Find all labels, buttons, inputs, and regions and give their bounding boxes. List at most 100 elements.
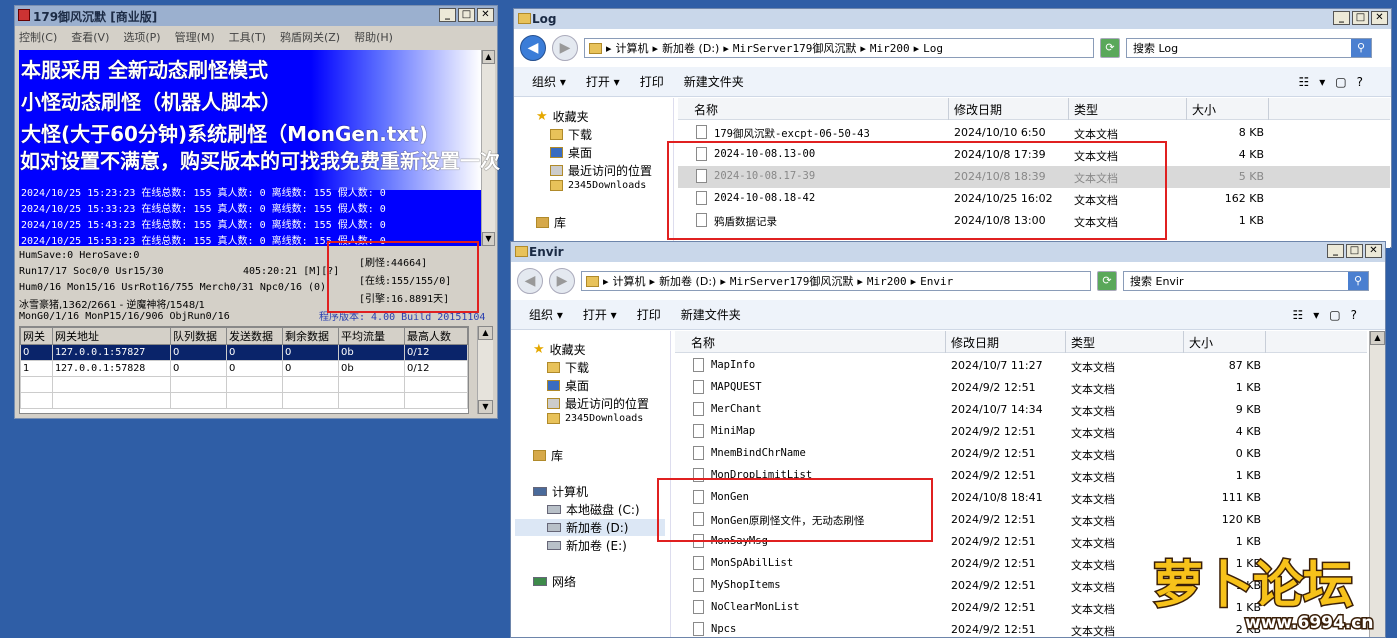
log-titlebar[interactable]: Log _ □ ✕	[514, 9, 1391, 29]
new-folder-button[interactable]: 新建文件夹	[684, 73, 744, 90]
col-size[interactable]: 大小	[1192, 101, 1216, 118]
scroll-up-icon[interactable]: ▲	[1370, 331, 1385, 345]
nav-downloads[interactable]: 下载	[550, 126, 592, 143]
print-button[interactable]: 打印	[640, 73, 664, 90]
envir-search-input[interactable]: 搜索 Envir ⚲	[1123, 271, 1369, 291]
nav-label: 桌面	[565, 379, 590, 393]
nav-library[interactable]: 库	[536, 214, 566, 231]
nav-recent[interactable]: 最近访问的位置	[547, 395, 649, 412]
organize-button[interactable]: 组织 ▾	[532, 73, 566, 90]
col-name[interactable]: 名称	[694, 101, 718, 118]
crumb[interactable]: Mir200	[867, 275, 907, 288]
file-size: 9 KB	[1235, 403, 1261, 416]
menu-gateway[interactable]: 鸦盾网关(Z)	[280, 29, 340, 45]
view-icons[interactable]: ☷▾▢?	[1299, 75, 1374, 89]
col-queue[interactable]: 队列数据	[170, 327, 227, 345]
file-row[interactable]: MapInfo 2024/10/7 11:27 文本文档 87 KB	[675, 355, 1367, 377]
file-row[interactable]: MiniMap 2024/9/2 12:51 文本文档 4 KB	[675, 421, 1367, 443]
menu-options[interactable]: 选项(P)	[123, 29, 160, 45]
nav-favorites[interactable]: ★ 收藏夹	[536, 108, 589, 125]
open-button[interactable]: 打开 ▾	[586, 73, 620, 90]
maximize-button[interactable]: □	[1352, 11, 1369, 25]
desktop-icon	[547, 380, 560, 391]
col-date[interactable]: 修改日期	[951, 334, 999, 351]
file-row[interactable]: MerChant 2024/10/7 14:34 文本文档 9 KB	[675, 399, 1367, 421]
minimize-button[interactable]: _	[1333, 11, 1350, 25]
close-button[interactable]: ✕	[1371, 11, 1388, 25]
minimize-button[interactable]: _	[439, 8, 456, 22]
refresh-icon[interactable]: ⟳	[1097, 271, 1117, 291]
refresh-icon[interactable]: ⟳	[1100, 38, 1120, 58]
nav-library[interactable]: 库	[533, 447, 563, 464]
col-type[interactable]: 类型	[1071, 334, 1095, 351]
back-arrow-icon[interactable]: ◀	[517, 268, 543, 294]
forward-arrow-icon[interactable]: ▶	[552, 35, 578, 61]
scroll-up-icon[interactable]: ▲	[478, 326, 493, 340]
col-gateway[interactable]: 网关	[20, 327, 53, 345]
maximize-button[interactable]: □	[458, 8, 475, 22]
crumb[interactable]: 新加卷 (D:)	[662, 40, 719, 56]
view-icons[interactable]: ☷▾▢?	[1293, 308, 1368, 322]
table-row[interactable]: 1 127.0.0.1:57828 0 0 0 0b 0/12	[20, 360, 468, 377]
crumb[interactable]: 新加卷 (D:)	[659, 273, 716, 289]
col-type[interactable]: 类型	[1074, 101, 1098, 118]
scroll-down-icon[interactable]: ▼	[478, 400, 493, 414]
nav-2345downloads[interactable]: 2345Downloads	[547, 413, 643, 424]
maximize-button[interactable]: □	[1346, 244, 1363, 258]
col-size[interactable]: 大小	[1189, 334, 1213, 351]
close-button[interactable]: ✕	[1365, 244, 1382, 258]
log-address-bar[interactable]: ▸ 计算机 ▸ 新加卷 (D:) ▸ MirServer179御风沉默 ▸ Mir200…	[584, 38, 1094, 58]
col-traffic[interactable]: 平均流量	[338, 327, 405, 345]
scroll-up-icon[interactable]: ▲	[482, 50, 495, 64]
nav-network[interactable]: 网络	[533, 573, 576, 590]
nav-favorites[interactable]: ★ 收藏夹	[533, 341, 586, 358]
envir-titlebar[interactable]: Envir _ □ ✕	[511, 242, 1385, 262]
crumb[interactable]: MirServer179御风沉默	[733, 40, 856, 56]
nav-desktop[interactable]: 桌面	[550, 144, 592, 161]
menu-view[interactable]: 查看(V)	[71, 29, 109, 45]
nav-desktop[interactable]: 桌面	[547, 377, 589, 394]
open-button[interactable]: 打开 ▾	[583, 306, 617, 323]
close-button[interactable]: ✕	[477, 8, 494, 22]
search-icon[interactable]: ⚲	[1348, 272, 1368, 290]
envir-nav-pane: ★ 收藏夹 下载 桌面 最近访问的位置 2345Downloads 库 计算机 本…	[511, 331, 671, 637]
crumb[interactable]: 计算机	[613, 273, 646, 289]
col-remain[interactable]: 剩余数据	[282, 327, 339, 345]
menu-help[interactable]: 帮助(H)	[354, 29, 393, 45]
server-titlebar[interactable]: 179御风沉默 [商业版] _ □ ✕	[15, 6, 497, 26]
crumb[interactable]: 计算机	[616, 40, 649, 56]
nav-drive-d[interactable]: 新加卷 (D:)	[515, 519, 665, 536]
col-date[interactable]: 修改日期	[954, 101, 1002, 118]
col-address[interactable]: 网关地址	[52, 327, 171, 345]
organize-button[interactable]: 组织 ▾	[529, 306, 563, 323]
crumb[interactable]: Log	[923, 42, 943, 55]
file-row[interactable]: MnemBindChrName 2024/9/2 12:51 文本文档 0 KB	[675, 443, 1367, 465]
envir-address-bar[interactable]: ▸ 计算机 ▸ 新加卷 (D:) ▸ MirServer179御风沉默 ▸ Mir200…	[581, 271, 1091, 291]
nav-drive-e[interactable]: 新加卷 (E:)	[547, 537, 627, 554]
scroll-down-icon[interactable]: ▼	[482, 232, 495, 246]
nav-recent[interactable]: 最近访问的位置	[550, 162, 652, 179]
log-search-input[interactable]: 搜索 Log ⚲	[1126, 38, 1372, 58]
minimize-button[interactable]: _	[1327, 244, 1344, 258]
menu-manage[interactable]: 管理(M)	[175, 29, 215, 45]
nav-2345downloads[interactable]: 2345Downloads	[550, 180, 646, 191]
nav-downloads[interactable]: 下载	[547, 359, 589, 376]
menu-control[interactable]: 控制(C)	[19, 29, 57, 45]
table-row[interactable]: 0 127.0.0.1:57827 0 0 0 0b 0/12	[20, 344, 468, 361]
col-send[interactable]: 发送数据	[226, 327, 283, 345]
table-scrollbar[interactable]: ▲ ▼	[477, 326, 493, 414]
file-row[interactable]: MAPQUEST 2024/9/2 12:51 文本文档 1 KB	[675, 377, 1367, 399]
print-button[interactable]: 打印	[637, 306, 661, 323]
forward-arrow-icon[interactable]: ▶	[549, 268, 575, 294]
col-max[interactable]: 最高人数	[404, 327, 468, 345]
nav-drive-c[interactable]: 本地磁盘 (C:)	[547, 501, 640, 518]
crumb[interactable]: Envir	[920, 275, 953, 288]
crumb[interactable]: MirServer179御风沉默	[730, 273, 853, 289]
new-folder-button[interactable]: 新建文件夹	[681, 306, 741, 323]
nav-computer[interactable]: 计算机	[533, 483, 588, 500]
search-icon[interactable]: ⚲	[1351, 39, 1371, 57]
crumb[interactable]: Mir200	[870, 42, 910, 55]
col-name[interactable]: 名称	[691, 334, 715, 351]
menu-tools[interactable]: 工具(T)	[229, 29, 266, 45]
back-arrow-icon[interactable]: ◀	[520, 35, 546, 61]
